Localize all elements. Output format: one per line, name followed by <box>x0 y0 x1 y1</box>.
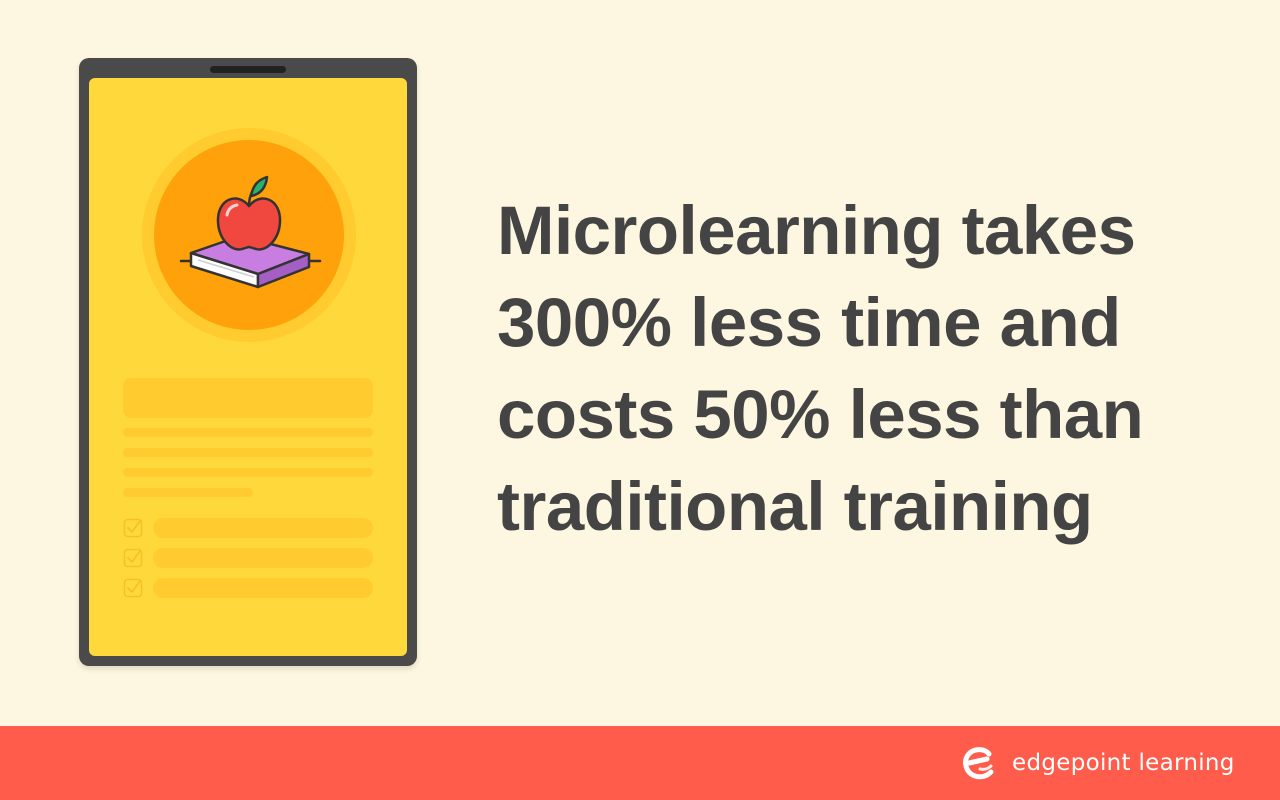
headline-line-3: costs 50% less than <box>497 376 1144 453</box>
illustration-circle <box>154 140 344 330</box>
placeholder-text-line <box>123 428 373 437</box>
checklist-item-bar <box>153 548 373 568</box>
apple-on-book-icon <box>179 175 322 289</box>
placeholder-text-line <box>123 468 373 477</box>
checkbox-checked-icon <box>123 518 143 538</box>
placeholder-title-bar <box>123 378 373 418</box>
footer-bar: edgepoint learning <box>0 726 1280 800</box>
illustration-ring <box>142 128 356 342</box>
checkbox-checked-icon <box>123 548 143 568</box>
brand-logo-link[interactable]: edgepoint learning <box>960 745 1235 781</box>
headline-line-2: 300% less time and <box>497 284 1121 361</box>
brand-name: edgepoint learning <box>1012 750 1235 776</box>
checklist-item-bar <box>153 578 373 598</box>
phone-mockup <box>79 58 417 666</box>
placeholder-text-line <box>123 448 373 457</box>
checklist-item-bar <box>153 518 373 538</box>
headline: Microlearning takes 300% less time and c… <box>497 185 1237 553</box>
phone-speaker <box>210 66 286 73</box>
headline-line-4: traditional training <box>497 468 1093 545</box>
checkbox-checked-icon <box>123 578 143 598</box>
headline-line-1: Microlearning takes <box>497 192 1136 269</box>
placeholder-text-line <box>123 488 253 497</box>
phone-screen <box>89 78 407 656</box>
edgepoint-e-logo-icon <box>963 747 994 780</box>
